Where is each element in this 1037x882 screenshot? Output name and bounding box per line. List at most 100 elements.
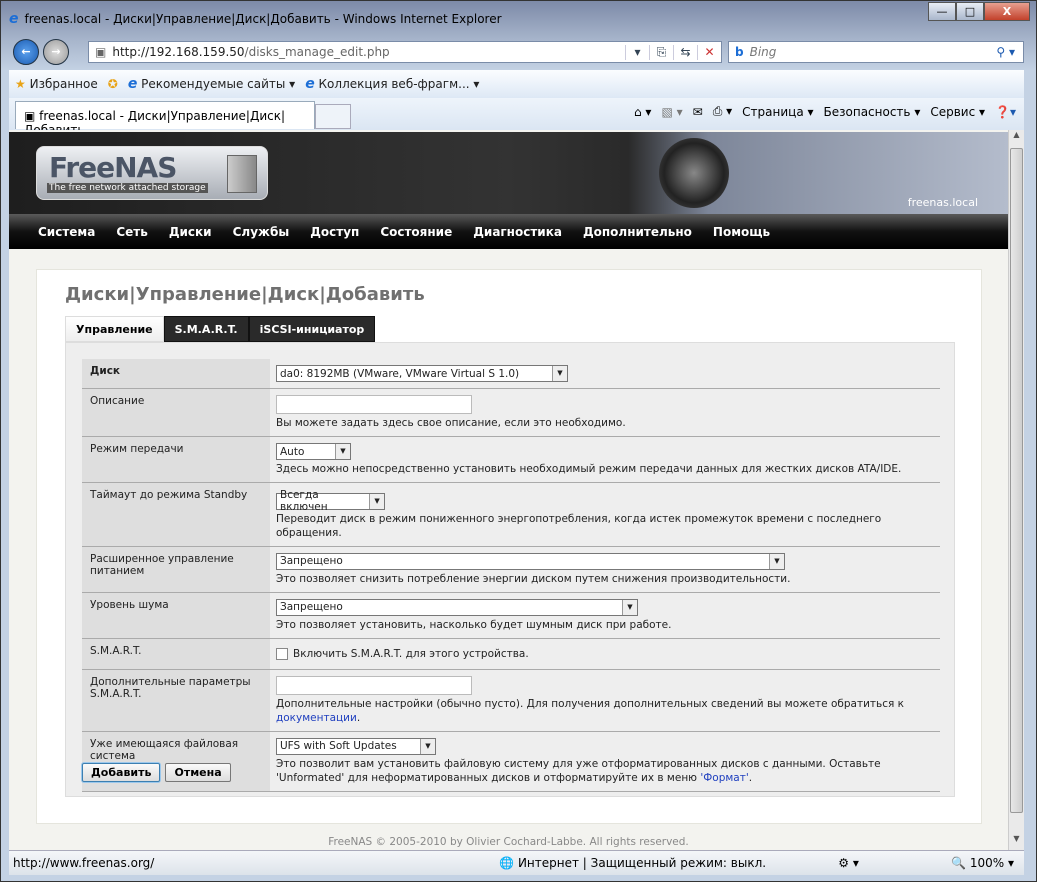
description-input[interactable] — [276, 395, 472, 414]
filesystem-select[interactable]: UFS with Soft Updates ▼ — [276, 737, 436, 755]
tab-iscsi[interactable]: iSCSI-инициатор — [248, 316, 376, 342]
field-hint: Это позволяет установить, насколько буде… — [276, 618, 672, 631]
header-banner: FreeNAS The free network attached storag… — [9, 132, 1008, 214]
field-label: S.M.A.R.T. — [82, 638, 270, 670]
nav-diagnostics[interactable]: Диагностика — [473, 225, 562, 239]
browser-window: e freenas.local - Диски|Управление|Диск|… — [0, 0, 1037, 882]
apm-select[interactable]: Запрещено ▼ — [276, 552, 785, 570]
field-label: Уровень шума — [82, 592, 270, 639]
rss-icon[interactable]: ▧ ▾ — [661, 105, 682, 119]
new-tab-button[interactable] — [315, 104, 351, 129]
protected-mode-icon[interactable]: ⚙ ▾ — [838, 856, 859, 870]
dropdown-icon[interactable]: ▾ — [625, 44, 649, 60]
nav-disks[interactable]: Диски — [169, 225, 212, 239]
acoustic-select[interactable]: Запрещено ▼ — [276, 598, 638, 616]
mail-icon[interactable]: ✉ — [693, 105, 703, 119]
documentation-link[interactable]: документации — [276, 712, 357, 724]
ie-icon: e — [9, 11, 19, 27]
compat-view-icon[interactable]: ⎘ — [649, 44, 673, 60]
address-bar[interactable]: ▣ http://192.168.159.50/disks_manage_edi… — [88, 41, 722, 63]
standby-select[interactable]: Всегда включен ▼ — [276, 489, 385, 513]
field-hint: Вы можете задать здесь свое описание, ес… — [276, 417, 626, 429]
browser-tab[interactable]: ▣ freenas.local - Диски|Управление|Диск|… — [15, 101, 315, 137]
zoom-level: 100% — [969, 856, 1005, 870]
forward-button[interactable]: → — [43, 39, 69, 65]
window-title: freenas.local - Диски|Управление|Диск|До… — [24, 12, 502, 26]
scroll-up-icon[interactable]: ▲ — [1009, 130, 1024, 146]
globe-icon: 🌐 — [499, 856, 514, 870]
page-menu[interactable]: Страница ▾ — [742, 105, 813, 119]
form-row-apm: Расширенное управление питанием Запрещен… — [82, 546, 940, 593]
cancel-button[interactable]: Отмена — [165, 763, 231, 782]
field-hint: Это позволяет снизить потребление энерги… — [276, 572, 791, 585]
field-hint: Здесь можно непосредственно установить н… — [276, 463, 902, 475]
nav-services[interactable]: Службы — [233, 225, 290, 239]
smart-extra-input[interactable] — [276, 675, 472, 695]
nav-network[interactable]: Сеть — [116, 225, 148, 239]
page-icon: ▣ — [24, 109, 40, 123]
tab-smart[interactable]: S.M.A.R.T. — [163, 316, 249, 342]
disk-form: Диск da0: 8192MB (VMware, VMware Virtual… — [65, 342, 955, 797]
format-link[interactable]: 'Формат' — [700, 772, 748, 784]
fav-link-0[interactable]: e Рекомендуемые сайты ▾ — [128, 76, 295, 92]
ie-icon: e — [127, 76, 138, 92]
chevron-down-icon: ▼ — [420, 738, 435, 754]
logo-tagline: The free network attached storage — [47, 183, 208, 193]
status-bar: http://www.freenas.org/ 🌐 Интернет | Защ… — [9, 850, 1024, 875]
chevron-down-icon: ▼ — [622, 599, 637, 615]
freenas-logo[interactable]: FreeNAS The free network attached storag… — [36, 146, 268, 200]
field-hint: Дополнительные настройки (обычно пусто).… — [276, 697, 904, 710]
page-content: FreeNAS The free network attached storag… — [9, 130, 1008, 850]
form-row-transfer: Режим передачи Auto ▼ Здесь можно непосред… — [82, 436, 940, 483]
disk-select[interactable]: da0: 8192MB (VMware, VMware Virtual S 1.… — [276, 365, 568, 382]
nav-help[interactable]: Помощь — [713, 225, 770, 239]
ie-icon: e — [305, 76, 315, 92]
footer-copyright: FreeNAS © 2005-2010 by Olivier Cochard-L… — [328, 836, 689, 848]
favorites-button[interactable]: ★ Избранное — [15, 77, 98, 91]
print-icon[interactable]: ⎙ ▾ — [713, 104, 732, 119]
nav-advanced[interactable]: Дополнительно — [583, 225, 692, 239]
zoom-control[interactable]: 🔍 100% ▾ — [951, 856, 1014, 870]
vertical-scrollbar[interactable]: ▲ ▼ — [1008, 130, 1024, 850]
nav-system[interactable]: Система — [38, 225, 95, 239]
title-bar: e freenas.local - Диски|Управление|Диск|… — [9, 9, 502, 29]
tools-menu[interactable]: Сервис ▾ — [930, 105, 985, 119]
search-icon[interactable]: ⚲ ▾ — [996, 45, 1015, 59]
close-window-button[interactable]: X — [984, 2, 1030, 21]
refresh-icon[interactable]: ⇆ — [673, 44, 697, 60]
select-value: Запрещено — [280, 555, 343, 567]
smart-checkbox[interactable] — [276, 647, 288, 660]
tab-management[interactable]: Управление — [65, 316, 164, 342]
add-favorite-icon[interactable]: ✪ — [108, 77, 118, 91]
minimize-button[interactable]: — — [928, 2, 956, 21]
stop-icon[interactable]: ✕ — [697, 44, 721, 60]
field-label: Режим передачи — [82, 436, 270, 483]
nav-status[interactable]: Состояние — [380, 225, 452, 239]
search-box[interactable]: b Bing ⚲ ▾ — [728, 41, 1024, 63]
select-value: Запрещено — [280, 601, 343, 613]
transfer-mode-select[interactable]: Auto ▼ — [276, 443, 351, 460]
field-hint: Это позволит вам установить файловую сис… — [276, 757, 881, 784]
favorites-bar: ★ Избранное ✪ e Рекомендуемые сайты ▾ e … — [9, 70, 1024, 98]
main-nav: Система Сеть Диски Службы Доступ Состоян… — [9, 214, 1008, 249]
fav-link-label: Рекомендуемые сайты ▾ — [141, 77, 296, 91]
scroll-down-icon[interactable]: ▼ — [1009, 834, 1024, 850]
scroll-thumb[interactable] — [1010, 148, 1023, 813]
home-icon[interactable]: ⌂ ▾ — [634, 105, 651, 119]
maximize-button[interactable]: □ — [956, 2, 984, 21]
form-row-description: Описание Вы можете задать здесь свое опи… — [82, 388, 940, 437]
nav-access[interactable]: Доступ — [310, 225, 359, 239]
server-icon — [227, 155, 257, 193]
select-value: Auto — [280, 445, 305, 458]
back-button[interactable]: ← — [13, 39, 39, 65]
field-label: Дополнительные параметры S.M.A.R.T. — [82, 669, 270, 732]
fav-link-1[interactable]: e Коллекция веб-фрагм... ▾ — [305, 76, 479, 92]
chevron-down-icon: ▼ — [552, 366, 567, 381]
chevron-down-icon: ▼ — [335, 444, 350, 459]
help-icon[interactable]: ❓▾ — [995, 105, 1016, 119]
search-placeholder: Bing — [749, 45, 777, 59]
safety-menu[interactable]: Безопасность ▾ — [824, 105, 921, 119]
hint-end: . — [748, 771, 753, 784]
hint-end: . — [356, 711, 361, 724]
add-button[interactable]: Добавить — [82, 763, 161, 782]
